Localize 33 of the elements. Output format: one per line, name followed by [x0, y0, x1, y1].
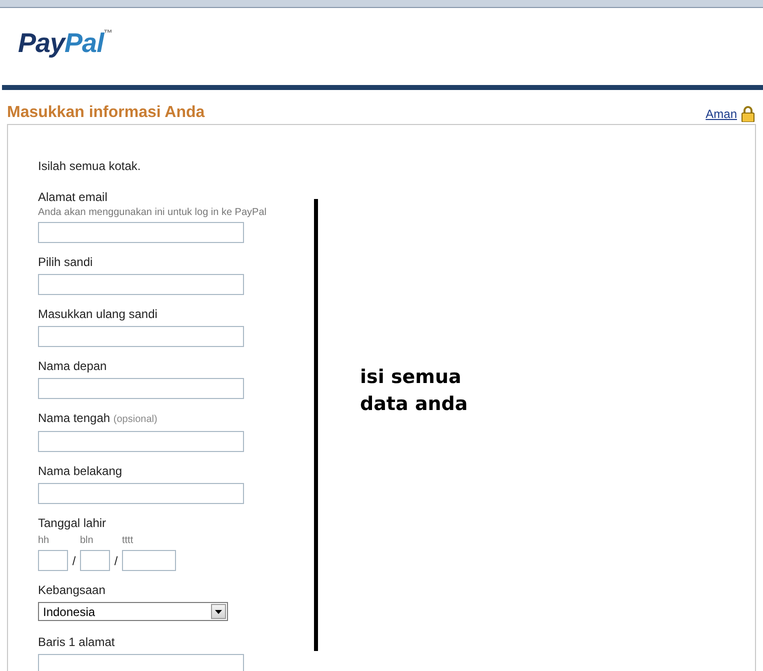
instruction-text: Isilah semua kotak.: [38, 159, 142, 173]
field-label: Masukkan ulang sandi: [38, 307, 158, 322]
input-field[interactable]: [38, 378, 244, 399]
input-field[interactable]: [38, 431, 244, 452]
input-field[interactable]: [38, 654, 244, 671]
section-title: Masukkan informasi Anda: [7, 104, 205, 122]
field-label: Baris 1 alamat: [38, 635, 116, 650]
logo: PayPal™: [18, 28, 112, 59]
input-field[interactable]: [122, 550, 176, 571]
field-label: Tanggal lahir: [38, 516, 108, 531]
input-field[interactable]: [38, 274, 244, 295]
annotation-text: data anda: [360, 392, 468, 417]
field-label: Nama depan: [38, 359, 108, 374]
secure-link[interactable]: Aman: [706, 107, 737, 121]
field-label: Pilih sandi: [38, 255, 94, 270]
date-part-caption: hh: [38, 535, 50, 546]
field-label: Nama tengah (opsional): [38, 411, 158, 427]
field-hint: Anda akan menggunakan ini untuk log in ke PayPal: [38, 207, 268, 218]
field-label: Kebangsaan: [38, 583, 106, 598]
input-field[interactable]: [38, 222, 244, 243]
input-field[interactable]: [38, 483, 244, 504]
date-separator: /: [114, 554, 118, 568]
annotation-text: isi semua: [360, 365, 462, 390]
padlock-icon: [741, 106, 755, 122]
input-field[interactable]: [38, 550, 68, 571]
input-field[interactable]: [38, 326, 244, 347]
input-field[interactable]: [80, 550, 110, 571]
nationality-dropdown[interactable]: Indonesia: [38, 602, 228, 621]
date-part-caption: bln: [80, 535, 94, 546]
date-separator: /: [72, 554, 76, 568]
field-label: Nama belakang: [38, 464, 124, 479]
field-label: Alamat email: [38, 190, 108, 205]
date-part-caption: tttt: [122, 535, 134, 546]
